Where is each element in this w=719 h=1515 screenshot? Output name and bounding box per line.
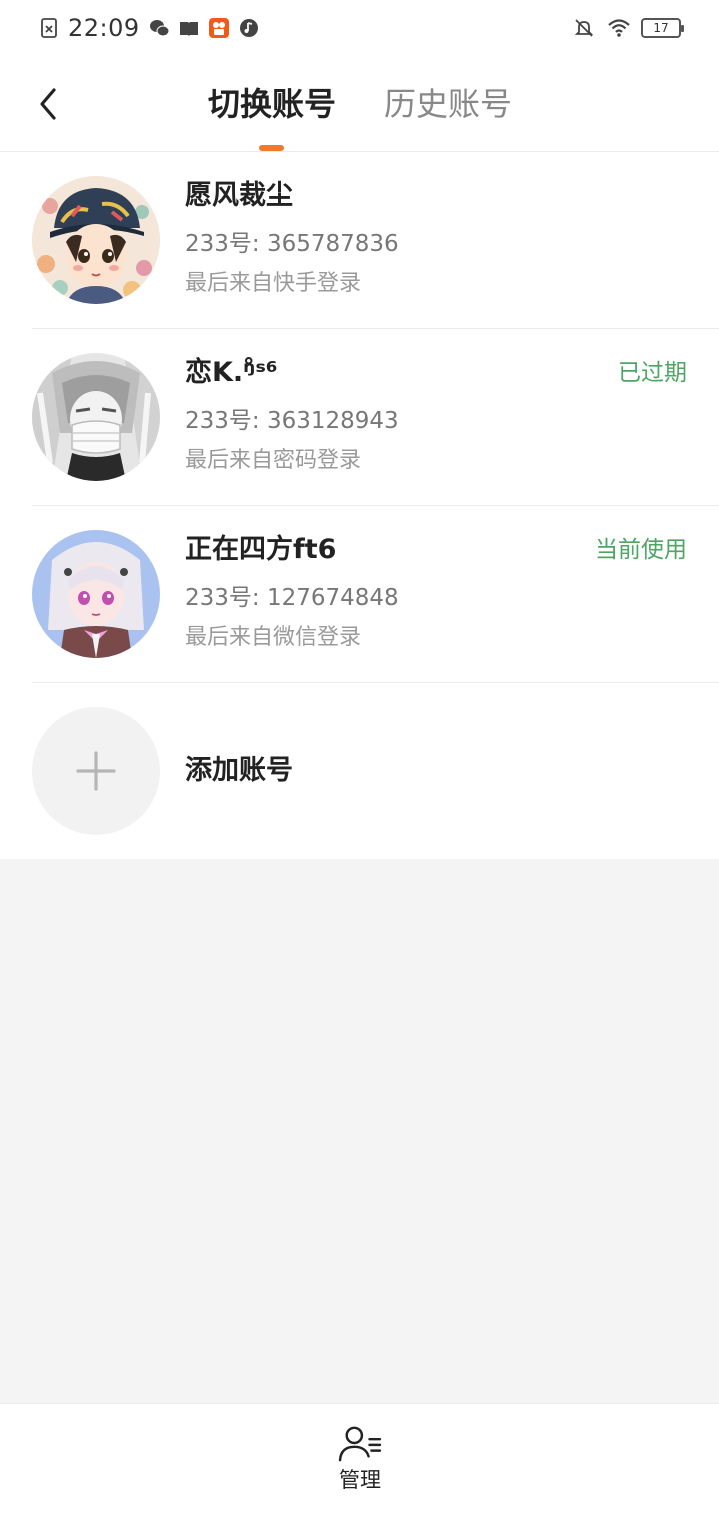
back-button[interactable] [28,80,68,128]
tab-history-account[interactable]: 历史账号 [384,84,512,124]
wifi-icon [607,17,630,39]
music-icon [238,17,260,39]
account-list: 愿风裁尘 233号: 365787836 最后来自快手登录 恋K.ᵑ̊ˢ⁶ 23… [0,152,719,859]
battery-level: 17 [653,21,669,35]
bell-muted-icon [573,17,595,39]
top-nav: 切换账号 历史账号 [0,56,719,152]
account-status-badge: 当前使用 [595,537,687,563]
bottom-bar: 管理 [0,1403,719,1515]
user-list-icon [338,1426,382,1462]
plus-icon [76,751,116,791]
account-row[interactable]: 正在四方ft6 233号: 127674848 最后来自微信登录 当前使用 [0,506,719,683]
account-id: 233号: 127674848 [185,585,399,611]
account-status-badge: 已过期 [618,360,687,386]
account-id: 233号: 363128943 [185,408,399,434]
wechat-icon [148,17,170,39]
add-account-row[interactable]: 添加账号 [0,683,719,859]
avatar [32,176,160,304]
avatar [32,530,160,658]
account-name: 恋K.ᵑ̊ˢ⁶ [185,357,278,388]
account-name: 正在四方ft6 [185,534,337,565]
status-time: 22:09 [68,14,140,42]
avatar [32,353,160,481]
manage-label: 管理 [339,1468,381,1492]
account-id: 233号: 365787836 [185,231,399,257]
login-source: 最后来自快手登录 [185,271,362,296]
sim-error-icon [38,17,60,39]
login-source: 最后来自密码登录 [185,448,362,473]
book-icon [178,17,200,39]
status-bar-left: 22:09 [38,12,260,44]
battery-icon: 17 [641,18,684,38]
account-name: 愿风裁尘 [185,180,293,211]
status-bar: 22:09 17 [0,0,719,56]
add-account-button[interactable] [32,707,160,835]
add-account-label: 添加账号 [185,755,293,786]
manage-button[interactable]: 管理 [320,1424,400,1504]
tab-switch-account[interactable]: 切换账号 [208,84,336,124]
account-row[interactable]: 愿风裁尘 233号: 365787836 最后来自快手登录 [0,152,719,329]
status-bar-right: 17 [573,14,684,42]
active-tab-indicator [259,145,284,151]
chevron-left-icon [40,88,56,120]
account-row[interactable]: 恋K.ᵑ̊ˢ⁶ 233号: 363128943 最后来自密码登录 已过期 [0,329,719,506]
app-badge-icon [208,17,230,39]
login-source: 最后来自微信登录 [185,625,362,650]
